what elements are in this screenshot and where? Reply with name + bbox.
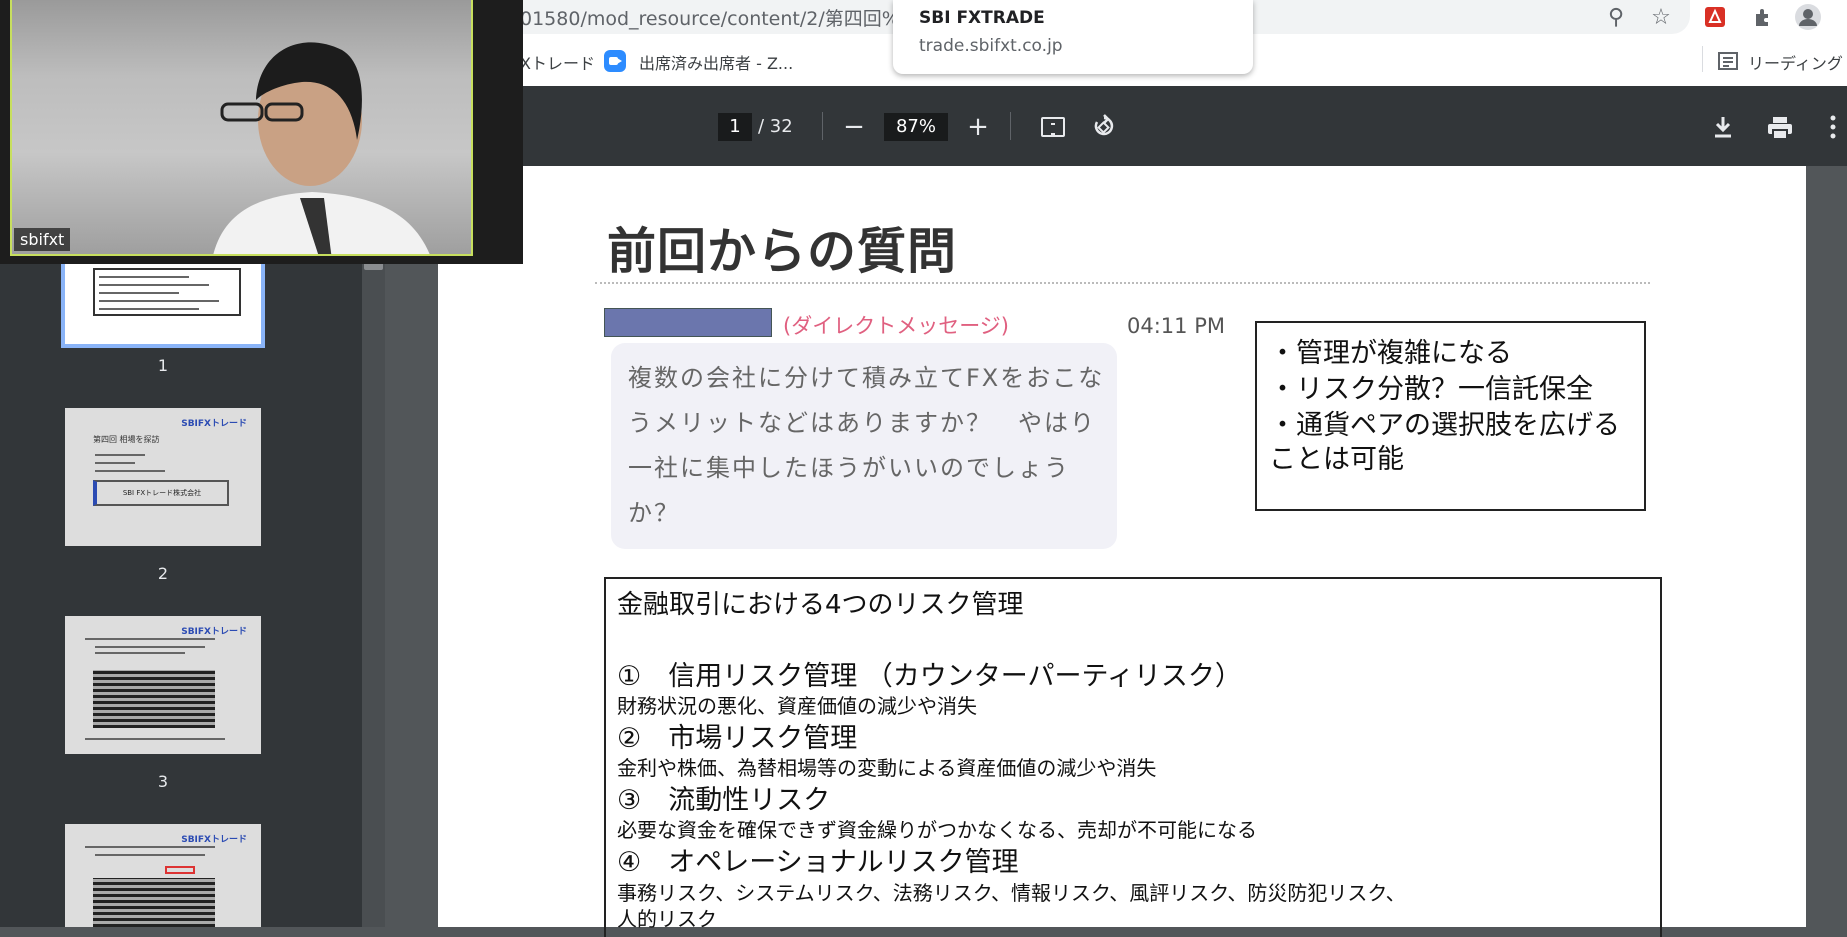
risk-item-heading: ② 市場リスク管理: [617, 723, 858, 754]
question-text: 複数の会社に分けて積み立てFXをおこな うメリットなどはありますか？ やはり 一…: [628, 356, 1108, 536]
page-number-input[interactable]: 1: [718, 113, 752, 141]
risk-item-heading: ① 信用リスク管理 （カウンターパーティリスク）: [617, 661, 1242, 692]
page-scroll-gutter: [1806, 166, 1847, 927]
risk-item-description: 必要な資金を確保できず資金繰りがつかなくなる、売却が不可能になる: [617, 818, 1257, 842]
participant-silhouette: [213, 42, 430, 254]
reading-list-icon[interactable]: [1718, 51, 1738, 75]
bookmark-fx-trade[interactable]: Xトレード: [520, 50, 595, 74]
risk-title: 金融取引における4つのリスク管理: [617, 590, 1024, 620]
participant-video[interactable]: [10, 0, 473, 256]
title-divider: [595, 282, 1650, 284]
risk-item-description: 人的リスク: [617, 907, 717, 931]
zoom-icon: [604, 50, 626, 72]
more-options-icon[interactable]: [1830, 114, 1836, 140]
thumbnail-page-3[interactable]: SBIFXトレード: [65, 616, 261, 754]
url-text[interactable]: 01580/mod_resource/content/2/第四回%E3: [520, 4, 924, 31]
toolbar-divider: [822, 112, 823, 140]
risk-item-description: 財務状況の悪化、資産価値の減少や消失: [617, 694, 977, 718]
thumbnail-number: 2: [157, 564, 169, 583]
search-icon[interactable]: ⚲: [1601, 2, 1631, 32]
download-icon[interactable]: [1710, 114, 1736, 140]
thumbnail-number: 3: [157, 772, 169, 791]
answer-line: ことは可能: [1269, 444, 1404, 475]
thumbnail-page-4[interactable]: SBIFXトレード: [65, 824, 261, 927]
risk-item-description: 事務リスク、システムリスク、法務リスク、情報リスク、風評リスク、防災防犯リスク、: [617, 881, 1406, 905]
rotate-icon[interactable]: [1092, 114, 1116, 138]
video-overlay[interactable]: sbifxt: [0, 0, 523, 264]
answer-line: ・リスク分散？一信託保全: [1269, 374, 1593, 405]
slide-title: 前回からの質問: [607, 222, 958, 280]
question-line: 複数の会社に分けて積み立てFXをおこな: [628, 364, 1105, 392]
thumbnail-number: 1: [157, 356, 169, 375]
bookmark-zoom-attendance[interactable]: 出席済み出席者 - Z...: [639, 50, 793, 74]
toolbar-divider: [1010, 112, 1011, 140]
tooltip-title: SBI FXTRADE: [919, 8, 1045, 28]
zoom-out-button[interactable]: −: [837, 110, 871, 144]
risk-item-heading: ④ オペレーショナルリスク管理: [617, 847, 1019, 878]
zoom-level-input[interactable]: 87%: [884, 113, 948, 141]
question-line: うメリットなどはありますか？ やはり: [628, 409, 1096, 437]
participant-name: sbifxt: [14, 228, 71, 251]
reading-list-button[interactable]: リーディング リス: [1748, 50, 1847, 74]
question-line: 一社に集中したほうがいいのでしょう: [628, 454, 1070, 482]
sidebar-scrollbar[interactable]: [362, 166, 385, 927]
redacted-name: [604, 308, 772, 337]
direct-message-label: (ダイレクトメッセージ): [783, 314, 1009, 338]
answer-line: ・管理が複雑になる: [1269, 338, 1512, 369]
page-total: / 32: [758, 116, 793, 137]
answer-box: ・管理が複雑になる ・リスク分散？一信託保全 ・通貨ペアの選択肢を広げる ことは…: [1255, 321, 1646, 511]
star-icon[interactable]: ☆: [1646, 2, 1676, 32]
site-tooltip: SBI FXTRADE trade.sbifxt.co.jp: [893, 0, 1253, 74]
tooltip-domain: trade.sbifxt.co.jp: [919, 36, 1063, 56]
question-line: か？: [628, 499, 680, 527]
thumbnail-page-2[interactable]: SBIFXトレード 第四回 相場を探訪 SBI FXトレード株式会社: [65, 408, 261, 546]
risk-item-description: 金利や株価、為替相場等の変動による資産価値の減少や消失: [617, 756, 1157, 780]
print-icon[interactable]: [1766, 116, 1794, 140]
message-time: 04:11 PM: [1127, 314, 1225, 338]
profile-avatar-icon[interactable]: [1793, 2, 1823, 32]
pdf-extension-icon[interactable]: [1700, 2, 1730, 32]
risk-item-heading: ③ 流動性リスク: [617, 785, 831, 816]
extensions-puzzle-icon[interactable]: [1748, 2, 1778, 32]
zoom-in-button[interactable]: +: [961, 110, 995, 144]
bookmark-divider: [1702, 46, 1703, 72]
fit-to-page-icon[interactable]: [1041, 117, 1065, 137]
